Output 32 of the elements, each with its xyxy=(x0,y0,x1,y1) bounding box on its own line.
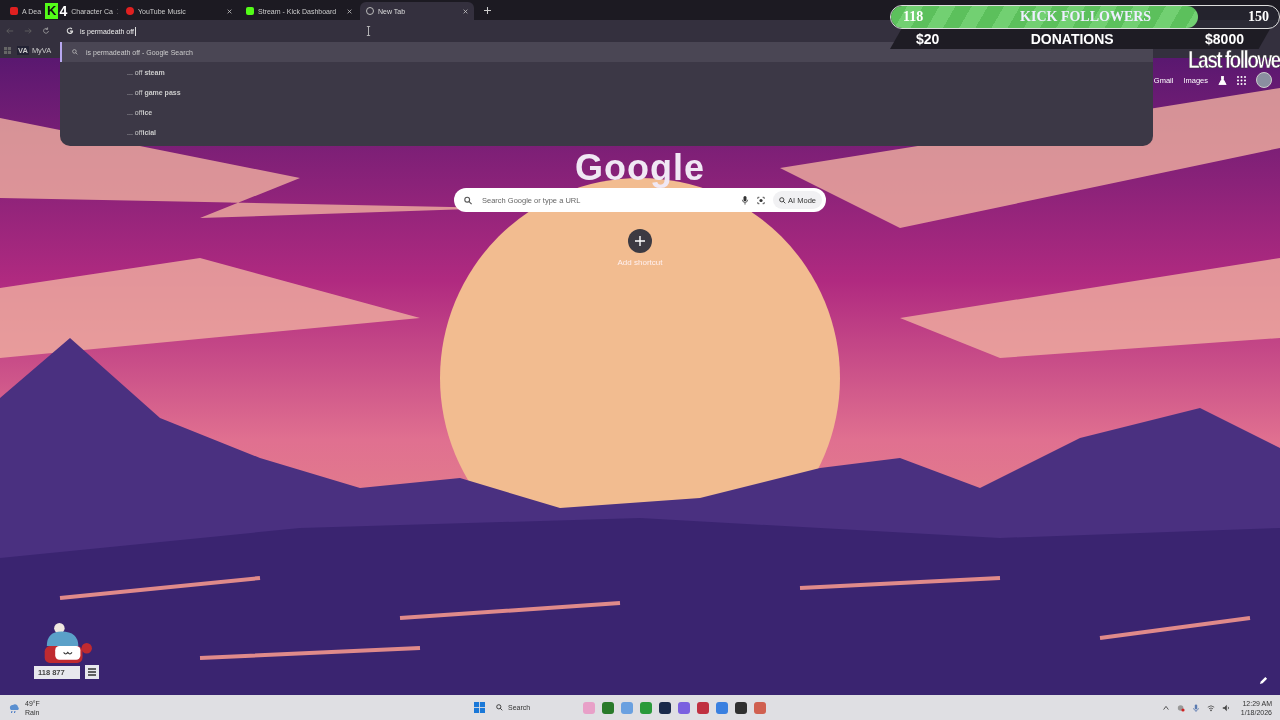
app-icon[interactable] xyxy=(659,701,671,714)
camera-icon[interactable] xyxy=(757,195,766,205)
shortcut-label: Add shortcut xyxy=(617,258,663,267)
kick-icon xyxy=(246,7,254,15)
music-icon xyxy=(126,7,134,15)
rain-cloud-icon xyxy=(8,701,20,714)
goal-target: 150 xyxy=(1248,9,1269,25)
app-icon[interactable] xyxy=(735,701,747,714)
windows-start-icon[interactable] xyxy=(474,702,485,713)
search-icon xyxy=(779,196,787,204)
search-icon xyxy=(72,49,78,55)
search-icon xyxy=(496,704,503,711)
g-icon xyxy=(66,27,74,35)
google-logo: Google xyxy=(575,148,705,188)
pencil-icon[interactable] xyxy=(1259,676,1268,685)
speaker-icon[interactable] xyxy=(1221,703,1230,712)
search-icon xyxy=(464,195,472,205)
goal-count: 118 xyxy=(903,9,924,25)
menu-icon[interactable] xyxy=(85,665,99,679)
goal-target: $8000 xyxy=(1205,31,1244,47)
wifi-icon[interactable] xyxy=(1206,703,1215,712)
reload-icon[interactable] xyxy=(42,27,50,35)
chevron-up-icon[interactable] xyxy=(1161,703,1170,712)
apps-grid-icon[interactable] xyxy=(1237,75,1246,85)
goal-title: KICK FOLLOWERS xyxy=(1020,9,1152,25)
plus-icon xyxy=(635,236,645,246)
last-follower-label: Last followe xyxy=(1188,49,1280,71)
flask-icon[interactable] xyxy=(1218,75,1227,85)
microphone-icon[interactable] xyxy=(741,195,750,205)
plus-icon[interactable] xyxy=(484,6,491,14)
play-icon xyxy=(10,7,18,15)
text-cursor-icon xyxy=(366,26,371,36)
